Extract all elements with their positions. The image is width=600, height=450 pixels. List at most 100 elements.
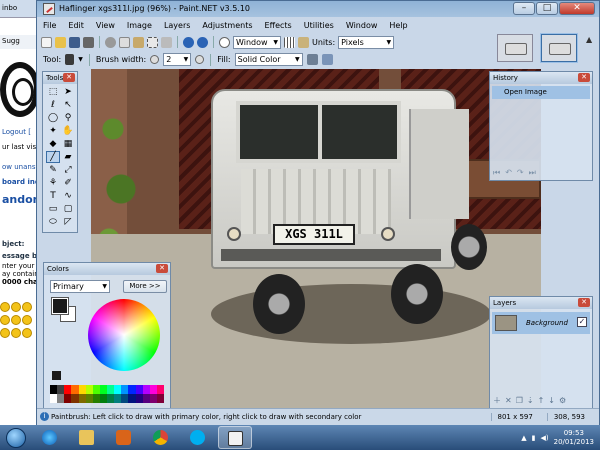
- smiley-icon[interactable]: [0, 315, 10, 325]
- close-icon[interactable]: ✕: [156, 264, 168, 273]
- palette-swatch[interactable]: [149, 394, 157, 403]
- history-panel-header[interactable]: History ✕: [490, 72, 592, 84]
- rectangle-select-tool-icon[interactable]: ⬚: [46, 86, 60, 98]
- palette-menu-icon[interactable]: [52, 371, 61, 380]
- menu-effects[interactable]: Effects: [259, 21, 298, 30]
- cut-icon[interactable]: [105, 36, 116, 48]
- move-selection-tool-icon[interactable]: ↖: [61, 99, 75, 111]
- zoom-icon[interactable]: [219, 36, 230, 48]
- palette-swatch[interactable]: [156, 394, 164, 403]
- taskbar-explorer[interactable]: [70, 426, 104, 449]
- smiley-row-3[interactable]: [0, 328, 32, 338]
- line-curve-tool-icon[interactable]: ∿: [61, 190, 75, 202]
- freeform-shape-tool-icon[interactable]: ◸: [61, 216, 75, 228]
- add-layer-icon[interactable]: ＋: [493, 396, 505, 405]
- move-down-icon[interactable]: ↓: [548, 396, 559, 405]
- minimize-button[interactable]: –: [513, 2, 535, 15]
- clock[interactable]: 09:53 20/01/2013: [554, 429, 594, 447]
- smiley-icon[interactable]: [0, 302, 10, 312]
- clone-stamp-tool-icon[interactable]: ⚘: [46, 177, 60, 189]
- maximize-button[interactable]: □: [536, 2, 558, 15]
- paintbrush-icon[interactable]: [65, 54, 75, 65]
- smiley-icon[interactable]: [11, 328, 21, 338]
- tools-panel-header[interactable]: Tools ✕: [43, 72, 77, 84]
- color-wheel[interactable]: [88, 299, 160, 371]
- palette-swatch[interactable]: [114, 385, 122, 394]
- layers-panel-header[interactable]: Layers ✕: [490, 297, 592, 309]
- palette-swatch[interactable]: [121, 385, 129, 394]
- blend-mode-icon[interactable]: [321, 54, 333, 65]
- image-thumbnail-tab-active[interactable]: [540, 33, 578, 76]
- paint-bucket-tool-icon[interactable]: ◆: [46, 138, 60, 150]
- smiley-row-2[interactable]: [0, 315, 32, 325]
- menu-image[interactable]: Image: [121, 21, 158, 30]
- rulers-icon[interactable]: [298, 36, 309, 48]
- fill-dropdown[interactable]: Solid Color ▼: [234, 53, 303, 66]
- volume-icon[interactable]: ◀): [541, 434, 549, 442]
- menu-view[interactable]: View: [90, 21, 121, 30]
- palette-swatch[interactable]: [78, 385, 86, 394]
- logout-link[interactable]: Logout [: [2, 128, 31, 136]
- redo-icon[interactable]: ↷: [517, 168, 529, 177]
- move-selected-tool-icon[interactable]: ➤: [61, 86, 75, 98]
- gradient-tool-icon[interactable]: ▦: [61, 138, 75, 150]
- rectangle-tool-icon[interactable]: ▭: [46, 203, 60, 215]
- close-icon[interactable]: ✕: [578, 73, 590, 82]
- smiley-icon[interactable]: [22, 302, 32, 312]
- taskbar-skype[interactable]: [181, 426, 215, 449]
- lasso-select-tool-icon[interactable]: ℓ: [46, 99, 60, 111]
- layer-visibility-checkbox[interactable]: ✓: [577, 317, 587, 327]
- palette-swatch[interactable]: [50, 385, 58, 394]
- chevron-down-icon[interactable]: ▼: [78, 56, 83, 63]
- menu-file[interactable]: File: [37, 21, 62, 30]
- layer-row[interactable]: Background ✓: [492, 312, 590, 334]
- undo-icon[interactable]: ↶: [505, 168, 517, 177]
- history-item[interactable]: Open Image: [492, 86, 590, 99]
- taskbar-internet-explorer[interactable]: [33, 426, 67, 449]
- palette-swatch[interactable]: [50, 394, 58, 403]
- close-button[interactable]: ✕: [559, 2, 595, 15]
- thumbnail-scroll-up-icon[interactable]: ▲: [586, 35, 596, 61]
- palette-swatch[interactable]: [128, 394, 136, 403]
- ellipse-tool-icon[interactable]: ⬭: [46, 216, 60, 228]
- deselect-icon[interactable]: [161, 36, 172, 48]
- network-icon[interactable]: ▮: [532, 434, 536, 442]
- paste-icon[interactable]: [133, 36, 144, 48]
- menu-adjustments[interactable]: Adjustments: [196, 21, 258, 30]
- units-dropdown[interactable]: Pixels ▼: [338, 35, 395, 49]
- palette-swatch[interactable]: [99, 394, 107, 403]
- new-file-icon[interactable]: [41, 36, 52, 48]
- palette-swatch[interactable]: [92, 385, 100, 394]
- palette-swatch[interactable]: [71, 394, 79, 403]
- layer-properties-icon[interactable]: ⚙: [559, 396, 570, 405]
- redo-icon[interactable]: [197, 36, 208, 48]
- rounded-rectangle-tool-icon[interactable]: ▢: [61, 203, 75, 215]
- palette-swatch[interactable]: [107, 394, 115, 403]
- taskbar-chrome[interactable]: [144, 426, 178, 449]
- magic-wand-tool-icon[interactable]: ✦: [46, 125, 60, 137]
- palette-swatch[interactable]: [128, 385, 136, 394]
- grid-icon[interactable]: [284, 36, 295, 48]
- paintbrush-tool-icon[interactable]: ╱: [46, 151, 60, 163]
- menu-utilities[interactable]: Utilities: [298, 21, 340, 30]
- colors-panel-header[interactable]: Colors ✕: [44, 263, 170, 275]
- palette-swatch[interactable]: [121, 394, 129, 403]
- taskbar-paintdotnet[interactable]: [218, 426, 252, 449]
- palette-swatch[interactable]: [156, 385, 164, 394]
- palette-swatch[interactable]: [149, 385, 157, 394]
- text-tool-icon[interactable]: T: [46, 190, 60, 202]
- brush-width-input[interactable]: 2 ▼: [163, 53, 192, 66]
- move-up-icon[interactable]: ↑: [538, 396, 549, 405]
- menu-layers[interactable]: Layers: [158, 21, 196, 30]
- start-button[interactable]: [0, 425, 30, 450]
- menu-edit[interactable]: Edit: [62, 21, 90, 30]
- pencil-tool-icon[interactable]: ✎: [46, 164, 60, 176]
- menu-window[interactable]: Window: [340, 21, 384, 30]
- palette-swatch[interactable]: [64, 385, 72, 394]
- show-hidden-icons-icon[interactable]: ▲: [521, 434, 526, 442]
- copy-icon[interactable]: [119, 36, 130, 48]
- print-icon[interactable]: [83, 36, 94, 48]
- smiley-icon[interactable]: [22, 315, 32, 325]
- palette-swatch[interactable]: [85, 385, 93, 394]
- recolor-tool-icon[interactable]: ✐: [61, 177, 75, 189]
